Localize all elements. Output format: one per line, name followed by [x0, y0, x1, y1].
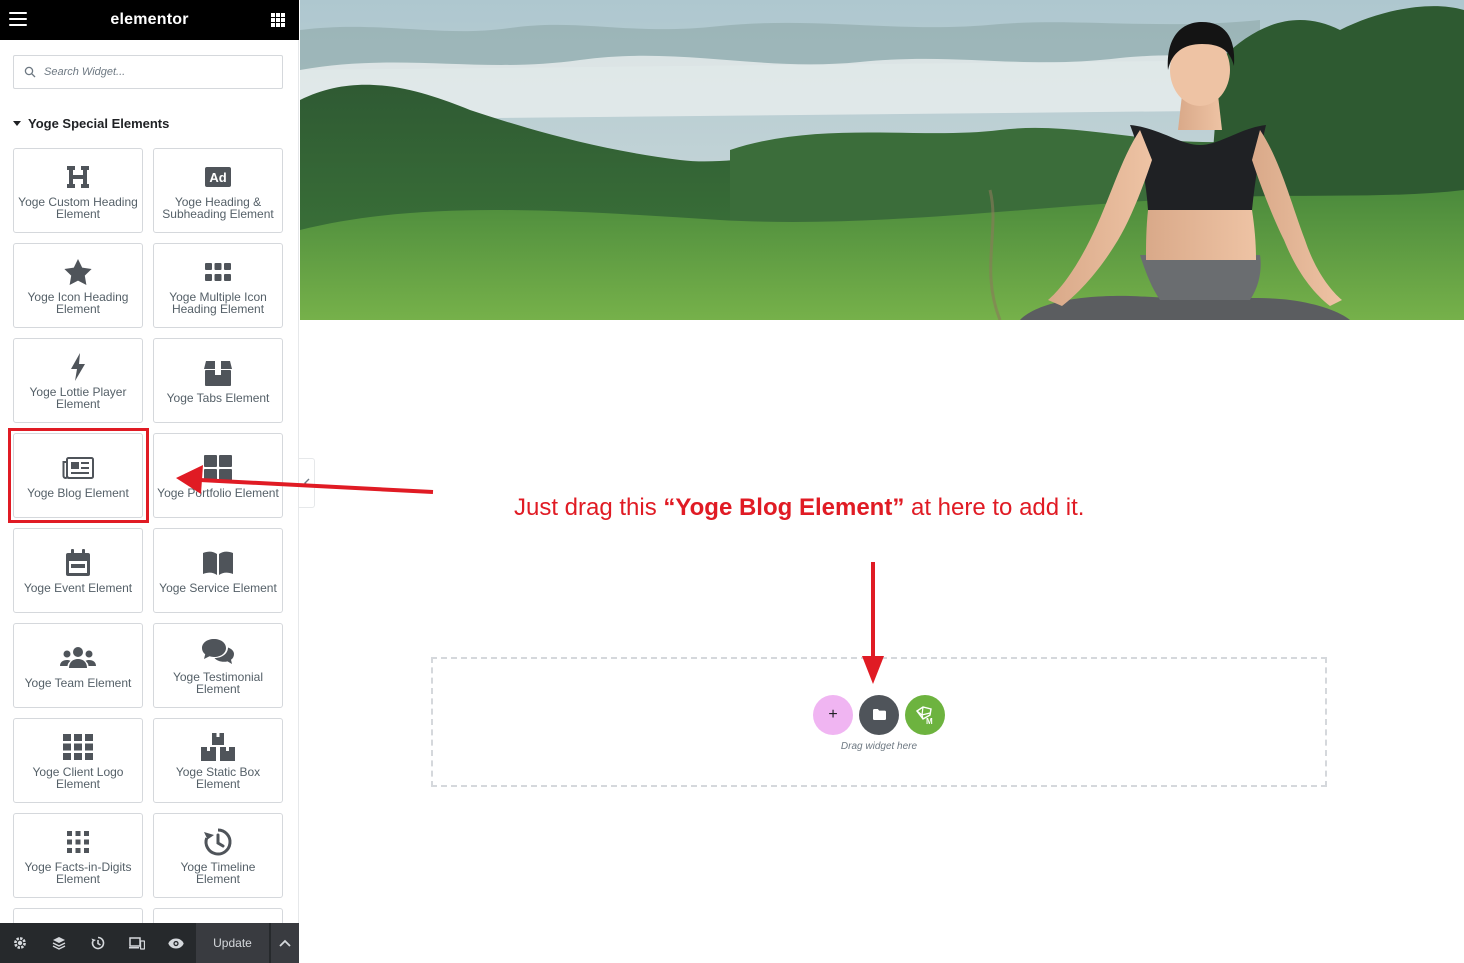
widget-custom-heading[interactable]: Yoge Custom Heading Element — [13, 148, 143, 233]
chevron-left-icon — [303, 478, 309, 488]
settings-icon — [13, 937, 26, 949]
drop-zone-hint: Drag widget here — [840, 740, 918, 752]
dots-grid-icon — [67, 830, 89, 853]
layers-icon — [52, 937, 65, 950]
envato-elements-icon: M — [915, 705, 933, 725]
chevron-up-icon — [279, 939, 291, 947]
heading-icon — [67, 165, 89, 188]
search-widget-field[interactable] — [13, 55, 283, 89]
widget-panel: elementor Yoge Special Elements Yoge Cus… — [0, 0, 299, 963]
mountain-landscape-with-yoga-woman — [300, 0, 1464, 320]
book-open-icon — [203, 551, 233, 575]
folder-icon — [872, 709, 886, 720]
widget-facts-in-digits[interactable]: Yoge Facts-in-Digits Element — [13, 813, 143, 898]
widget-lottie-player[interactable]: Yoge Lottie Player Element — [13, 338, 143, 423]
responsive-icon — [128, 936, 145, 950]
widget-partial-right[interactable] — [153, 908, 283, 923]
widget-blog[interactable]: Yoge Blog Element — [13, 433, 143, 518]
add-template-button[interactable] — [859, 694, 899, 735]
widget-client-logo[interactable]: Yoge Client Logo Element — [13, 718, 143, 803]
search-input[interactable] — [44, 66, 264, 78]
panel-header: elementor — [0, 0, 299, 40]
widgets-grid-icon[interactable] — [271, 13, 285, 27]
widget-drop-zone[interactable]: + M Drag widget here — [431, 657, 1327, 787]
category-title: Yoge Special Elements — [28, 116, 170, 131]
preview-button[interactable] — [156, 923, 195, 963]
responsive-mode-button[interactable] — [117, 923, 156, 963]
hamburger-menu-icon[interactable] — [9, 12, 27, 28]
newspaper-icon — [62, 456, 94, 479]
widget-heading-subheading[interactable]: Ad Yoge Heading & Subheading Element — [153, 148, 283, 233]
update-button[interactable]: Update — [196, 923, 269, 963]
widget-service[interactable]: Yoge Service Element — [153, 528, 283, 613]
elementor-logo: elementor — [110, 11, 189, 28]
th-grid-icon — [63, 733, 93, 760]
widget-timeline[interactable]: Yoge Timeline Element — [153, 813, 283, 898]
hero-image — [300, 0, 1464, 320]
widget-event[interactable]: Yoge Event Element — [13, 528, 143, 613]
widget-partial-left[interactable] — [13, 908, 143, 923]
widget-grid: Yoge Custom Heading Element Ad Yoge Head… — [13, 148, 283, 923]
instruction-annotation: Just drag this “Yoge Blog Element” at he… — [514, 494, 1085, 521]
history-icon — [204, 828, 232, 855]
settings-button[interactable] — [0, 923, 39, 963]
panel-collapse-handle[interactable] — [299, 458, 315, 508]
ad-icon: Ad — [205, 166, 231, 187]
widget-icon-heading[interactable]: Yoge Icon Heading Element — [13, 243, 143, 328]
search-icon — [24, 66, 36, 78]
widget-portfolio[interactable]: Yoge Portfolio Element — [153, 433, 283, 518]
plus-icon: + — [828, 705, 838, 723]
elementor-editor: elementor Yoge Special Elements Yoge Cus… — [0, 0, 1464, 963]
star-icon — [64, 258, 92, 285]
svg-text:M: M — [926, 717, 933, 725]
grid-tiles-icon — [204, 454, 232, 481]
envato-elements-button[interactable]: M — [905, 694, 945, 735]
svg-text:Ad: Ad — [209, 170, 226, 185]
add-section-button[interactable]: + — [813, 694, 853, 735]
users-icon — [60, 646, 96, 668]
widget-multiple-icon-heading[interactable]: Yoge Multiple Icon Heading Element — [153, 243, 283, 328]
widget-tabs[interactable]: Yoge Tabs Element — [153, 338, 283, 423]
widget-team[interactable]: Yoge Team Element — [13, 623, 143, 708]
update-options-button[interactable] — [270, 923, 299, 963]
category-toggle[interactable]: Yoge Special Elements — [13, 116, 169, 131]
navigator-button[interactable] — [39, 923, 78, 963]
history-icon — [91, 936, 104, 950]
calendar-icon — [66, 548, 90, 576]
history-button[interactable] — [78, 923, 117, 963]
comments-icon — [202, 638, 234, 664]
multi-dots-icon — [205, 262, 231, 281]
caret-down-icon — [13, 121, 21, 126]
panel-footer: Update — [0, 923, 299, 963]
widget-testimonial[interactable]: Yoge Testimonial Element — [153, 623, 283, 708]
widget-static-box[interactable]: Yoge Static Box Element — [153, 718, 283, 803]
box-icon — [204, 360, 232, 386]
bolt-icon — [71, 352, 85, 381]
preview-icon — [167, 938, 184, 948]
boxes-icon — [201, 732, 235, 761]
